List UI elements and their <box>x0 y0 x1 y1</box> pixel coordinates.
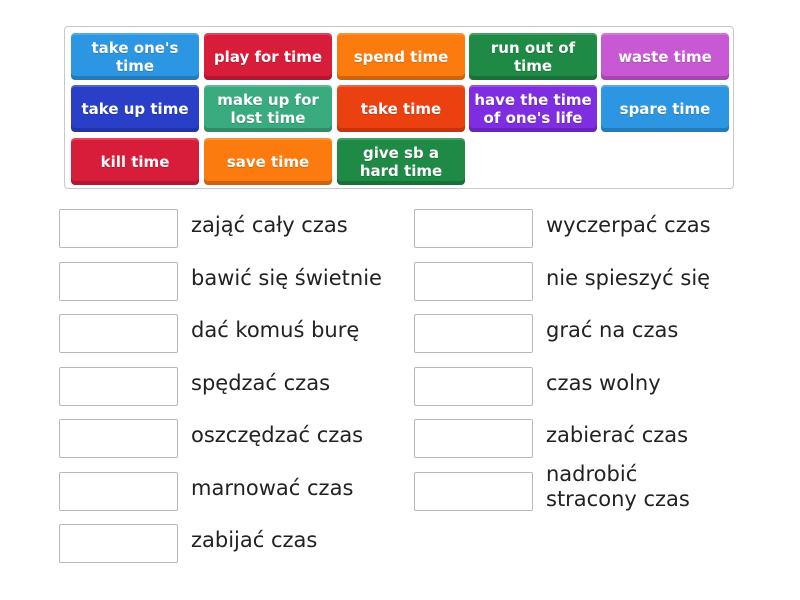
answer-tile[interactable]: take time <box>337 85 465 132</box>
answer-tile[interactable]: have the time of one's life <box>469 85 597 132</box>
definition-text: czas wolny <box>546 371 661 395</box>
answer-tile[interactable]: take one's time <box>71 33 199 80</box>
tile-label: take up time <box>81 99 189 118</box>
answer-tile[interactable]: kill time <box>71 138 199 185</box>
drop-slot[interactable] <box>59 524 178 563</box>
tile-label: waste time <box>618 47 712 66</box>
drop-slot[interactable] <box>59 419 178 458</box>
tile-label: take one's time <box>91 38 179 75</box>
drop-slot[interactable] <box>414 262 533 301</box>
definition-text: marnować czas <box>191 476 354 500</box>
definition-text: zabijać czas <box>191 528 318 552</box>
tile-label: spend time <box>353 47 449 66</box>
tile-label: play for time <box>213 47 323 66</box>
answer-tile[interactable]: make up for lost time <box>204 85 332 132</box>
definition-text: dać komuś burę <box>191 318 360 342</box>
drop-slot[interactable] <box>414 367 533 406</box>
definition-text: nadrobić stracony czas <box>546 462 690 511</box>
drop-slot[interactable] <box>59 262 178 301</box>
drop-slot[interactable] <box>59 367 178 406</box>
tile-label: have the time of one's life <box>474 90 592 127</box>
answer-tile[interactable]: save time <box>204 138 332 185</box>
tile-label: kill time <box>100 152 170 171</box>
drop-slot[interactable] <box>414 419 533 458</box>
tile-label: save time <box>226 152 310 171</box>
tile-label: make up for lost time <box>217 90 319 127</box>
answer-tile[interactable]: take up time <box>71 85 199 132</box>
answer-tile[interactable]: run out of time <box>469 33 597 80</box>
definition-text: wyczerpać czas <box>546 213 711 237</box>
tile-label: take time <box>360 99 442 118</box>
tile-label: give sb a hard time <box>359 143 443 180</box>
definition-text: spędzać czas <box>191 371 331 395</box>
tile-label: run out of time <box>490 38 576 75</box>
answer-tile[interactable]: give sb a hard time <box>337 138 465 185</box>
definition-text: zająć cały czas <box>191 213 348 237</box>
tile-label: spare time <box>619 99 711 118</box>
drop-slot[interactable] <box>59 472 178 511</box>
definition-text: zabierać czas <box>546 423 689 447</box>
drop-slot[interactable] <box>414 472 533 511</box>
definition-text: grać na czas <box>546 318 679 342</box>
answer-tile[interactable]: spare time <box>601 85 729 132</box>
answer-tile[interactable]: waste time <box>601 33 729 80</box>
definition-text: bawić się świetnie <box>191 266 382 290</box>
answer-tile[interactable]: play for time <box>204 33 332 80</box>
answer-tiles-tray: take one's time play for time spend time… <box>64 26 734 189</box>
drop-slot[interactable] <box>414 314 533 353</box>
drop-slot[interactable] <box>59 314 178 353</box>
drop-slot[interactable] <box>414 209 533 248</box>
definition-text: nie spieszyć się <box>546 266 711 290</box>
drop-slot[interactable] <box>59 209 178 248</box>
definition-text: oszczędzać czas <box>191 423 364 447</box>
answer-tile[interactable]: spend time <box>337 33 465 80</box>
